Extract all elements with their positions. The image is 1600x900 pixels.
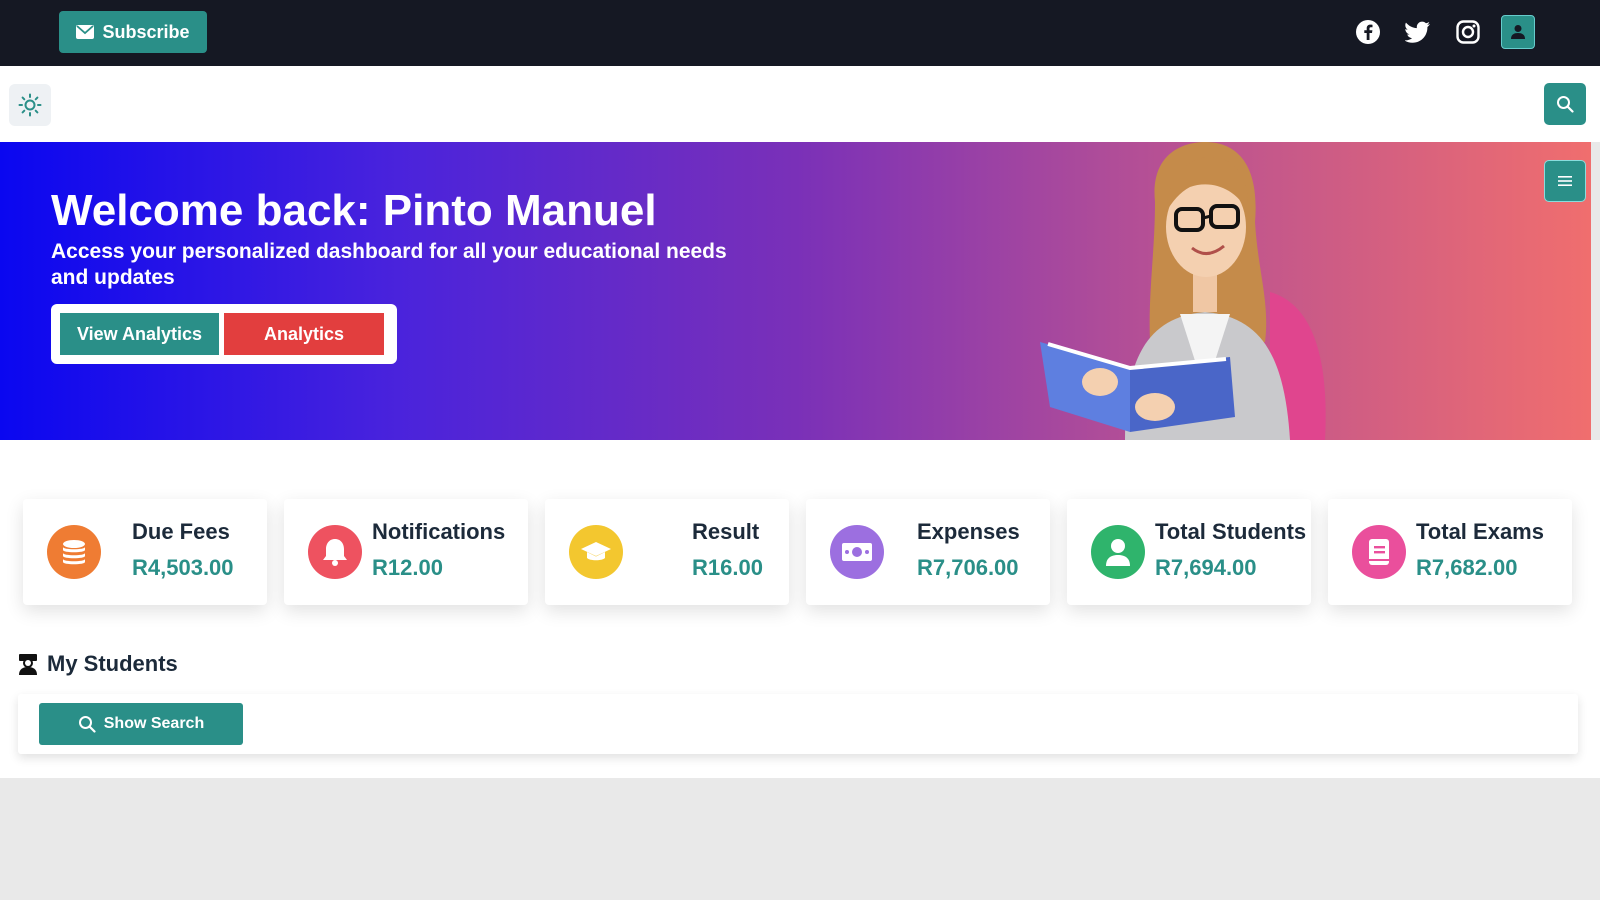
- stat-value: R16.00: [692, 555, 763, 580]
- stat-value: R7,682.00: [1416, 555, 1518, 580]
- stat-label: Total Students: [1155, 519, 1307, 544]
- hamburger-icon: [1558, 176, 1572, 186]
- search-icon: [1557, 96, 1574, 113]
- instagram-icon[interactable]: [1451, 15, 1485, 49]
- theme-toggle-button[interactable]: [9, 84, 51, 126]
- welcome-subtitle: Access your personalized dashboard for a…: [51, 240, 727, 289]
- user-icon: [1091, 525, 1145, 579]
- stat-card-total-students[interactable]: Total Students R7,694.00: [1067, 499, 1311, 605]
- facebook-icon[interactable]: [1351, 15, 1385, 49]
- view-analytics-button[interactable]: View Analytics: [60, 313, 219, 355]
- my-students-title: My Students: [47, 651, 178, 676]
- graduation-cap-icon: [569, 525, 623, 579]
- menu-toggle-button[interactable]: [1544, 160, 1586, 202]
- show-search-button[interactable]: Show Search: [39, 703, 243, 745]
- navbar: [0, 66, 1600, 142]
- subscribe-label: Subscribe: [102, 21, 190, 42]
- students-panel: Show Search: [18, 694, 1578, 754]
- show-search-label: Show Search: [103, 715, 205, 732]
- stat-value: R12.00: [372, 555, 443, 580]
- subscribe-button[interactable]: Subscribe: [59, 11, 207, 53]
- stat-label: Expenses: [917, 519, 1020, 544]
- welcome-title: Welcome back: Pinto Manuel: [51, 186, 657, 235]
- stat-label: Due Fees: [132, 519, 230, 544]
- book-icon: [1352, 525, 1406, 579]
- search-button[interactable]: [1544, 83, 1586, 125]
- search-icon: [78, 716, 96, 733]
- money-bill-icon: [830, 525, 884, 579]
- stat-card-due-fees[interactable]: Due Fees R4,503.00: [23, 499, 267, 605]
- coins-icon: [47, 525, 101, 579]
- analytics-button[interactable]: Analytics: [224, 313, 384, 355]
- stat-label: Result: [692, 519, 760, 544]
- stat-value: R4,503.00: [132, 555, 234, 580]
- stat-card-expenses[interactable]: Expenses R7,706.00: [806, 499, 1050, 605]
- stat-card-total-exams[interactable]: Total Exams R7,682.00: [1328, 499, 1572, 605]
- stat-label: Notifications: [372, 519, 506, 544]
- stat-label: Total Exams: [1416, 519, 1544, 544]
- stat-value: R7,706.00: [917, 555, 1019, 580]
- top-bar: Subscribe: [0, 0, 1600, 66]
- bell-icon: [308, 525, 362, 579]
- stat-value: R7,694.00: [1155, 555, 1257, 580]
- stat-card-result[interactable]: Result R16.00: [545, 499, 789, 605]
- hero-button-group: View Analytics Analytics: [51, 304, 397, 364]
- user-profile-button[interactable]: [1501, 15, 1535, 49]
- envelope-icon: [76, 25, 95, 39]
- teacher-icon: [19, 654, 37, 675]
- user-icon: [1511, 25, 1525, 39]
- sun-icon: [18, 93, 42, 117]
- welcome-banner: Welcome back: Pinto Manuel Access your p…: [0, 142, 1591, 440]
- twitter-icon[interactable]: [1401, 15, 1435, 49]
- my-students-heading: My Students: [18, 651, 178, 677]
- stat-card-notifications[interactable]: Notifications R12.00: [284, 499, 528, 605]
- student-illustration: [1040, 142, 1326, 440]
